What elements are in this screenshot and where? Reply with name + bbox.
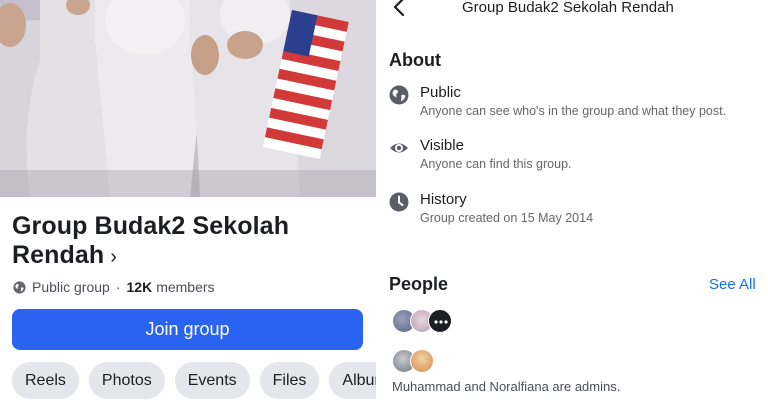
tab-reels[interactable]: Reels — [12, 362, 79, 399]
chevron-right-icon: › — [110, 246, 118, 268]
more-members-avatar[interactable] — [428, 309, 452, 333]
members-label: members — [156, 279, 215, 295]
admins-text: Muhammad and Noralfiana are admins. — [392, 379, 621, 394]
chevron-left-icon[interactable] — [390, 0, 410, 19]
meta-separator: · — [115, 279, 121, 295]
tab-events[interactable]: Events — [174, 362, 250, 399]
see-all-link[interactable]: See All — [709, 276, 756, 293]
about-item-description: Group created on 15 May 2014 — [420, 211, 594, 225]
privacy-label: Public group — [32, 279, 110, 295]
eye-icon — [390, 143, 408, 153]
about-item-history: History Group created on 15 May 2014 — [389, 190, 593, 227]
about-item-title: Visible — [420, 137, 464, 154]
group-page-panel: Group Budak2 Sekolah Rendah › Public grou… — [0, 0, 376, 403]
about-panel: Group Budak2 Sekolah Rendah About Public… — [376, 0, 768, 403]
avatar[interactable] — [410, 349, 434, 373]
about-item-public: Public Anyone can see who's in the group… — [389, 83, 726, 120]
group-title-line2: Rendah — [12, 241, 105, 269]
more-dots-icon — [434, 320, 448, 324]
cover-photo-image — [0, 0, 376, 197]
tab-files[interactable]: Files — [259, 362, 320, 399]
about-item-visible: Visible Anyone can find this group. — [389, 136, 572, 173]
tab-album[interactable]: Album — [329, 362, 376, 399]
about-item-description: Anyone can see who's in the group and wh… — [420, 104, 727, 118]
about-heading: About — [389, 50, 441, 70]
group-title[interactable]: Group Budak2 Sekolah Rendah › — [12, 212, 352, 272]
tab-photos[interactable]: Photos — [88, 362, 165, 399]
group-meta: Public group · 12K members — [13, 279, 215, 295]
admin-avatars[interactable] — [392, 349, 434, 373]
cover-photo[interactable] — [0, 0, 376, 197]
clock-icon — [389, 192, 409, 212]
group-title-line1: Group Budak2 Sekolah — [12, 212, 290, 240]
globe-icon — [13, 280, 26, 294]
member-count: 12K — [126, 279, 153, 295]
header-title: Group Budak2 Sekolah Rendah — [462, 0, 674, 16]
about-item-title: History — [420, 191, 467, 208]
people-heading: People — [389, 274, 449, 294]
about-item-title: Public — [420, 84, 461, 101]
group-tabs: Reels Photos Events Files Album — [12, 362, 376, 399]
globe-icon — [389, 85, 409, 105]
join-group-button[interactable]: Join group — [12, 309, 363, 350]
about-item-description: Anyone can find this group. — [420, 157, 572, 171]
member-avatars[interactable] — [392, 309, 452, 333]
